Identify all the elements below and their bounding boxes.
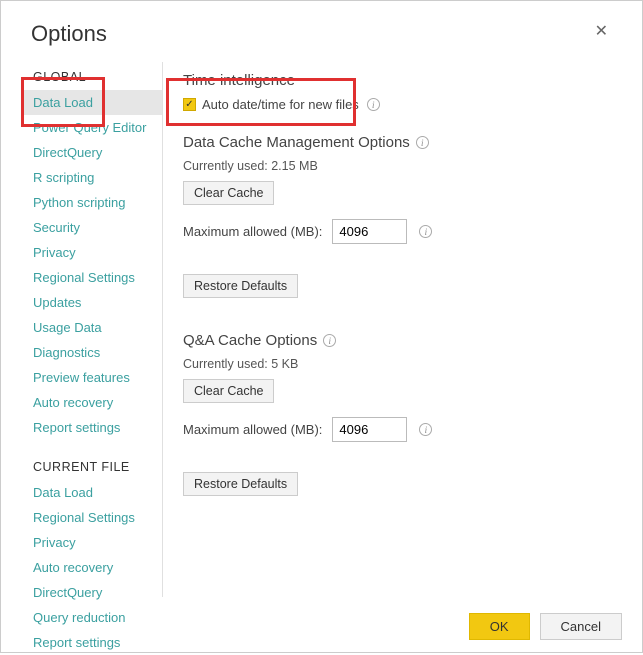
clear-cache-button[interactable]: Clear Cache [183, 181, 274, 205]
qa-restore-defaults-button[interactable]: Restore Defaults [183, 472, 298, 496]
sidebar-item-preview-features[interactable]: Preview features [23, 365, 162, 390]
sidebar-item-auto-recovery[interactable]: Auto recovery [23, 390, 162, 415]
sidebar-item-regional-settings[interactable]: Regional Settings [23, 265, 162, 290]
sidebar: GLOBAL Data Load Power Query Editor Dire… [23, 62, 163, 597]
data-cache-max-input[interactable] [332, 219, 407, 244]
dialog-title: Options [31, 21, 107, 47]
ok-button[interactable]: OK [469, 613, 530, 640]
qa-cache-max-input[interactable] [332, 417, 407, 442]
sidebar-item-updates[interactable]: Updates [23, 290, 162, 315]
sidebar-item-python-scripting[interactable]: Python scripting [23, 190, 162, 215]
info-icon[interactable]: i [419, 423, 432, 436]
qa-cache-max-label: Maximum allowed (MB): [183, 422, 322, 437]
info-icon[interactable]: i [416, 136, 429, 149]
time-intelligence-title: Time intelligence [183, 72, 622, 89]
sidebar-current-file-header: CURRENT FILE [23, 452, 162, 480]
qa-cache-used: Currently used: 5 KB [183, 357, 622, 371]
sidebar-item-cf-query-reduction[interactable]: Query reduction [23, 605, 162, 630]
sidebar-item-cf-regional-settings[interactable]: Regional Settings [23, 505, 162, 530]
auto-datetime-label: Auto date/time for new files [202, 97, 359, 112]
data-cache-used: Currently used: 2.15 MB [183, 159, 622, 173]
close-icon[interactable]: ✕ [591, 21, 612, 41]
sidebar-item-cf-directquery[interactable]: DirectQuery [23, 580, 162, 605]
sidebar-item-report-settings[interactable]: Report settings [23, 415, 162, 440]
sidebar-item-r-scripting[interactable]: R scripting [23, 165, 162, 190]
info-icon[interactable]: i [419, 225, 432, 238]
sidebar-item-power-query-editor[interactable]: Power Query Editor [23, 115, 162, 140]
sidebar-item-cf-privacy[interactable]: Privacy [23, 530, 162, 555]
sidebar-item-usage-data[interactable]: Usage Data [23, 315, 162, 340]
data-cache-max-label: Maximum allowed (MB): [183, 224, 322, 239]
sidebar-item-data-load[interactable]: Data Load [23, 90, 162, 115]
sidebar-item-cf-auto-recovery[interactable]: Auto recovery [23, 555, 162, 580]
auto-datetime-checkbox[interactable]: ✓ [183, 98, 196, 111]
sidebar-item-privacy[interactable]: Privacy [23, 240, 162, 265]
sidebar-item-cf-data-load[interactable]: Data Load [23, 480, 162, 505]
sidebar-item-directquery[interactable]: DirectQuery [23, 140, 162, 165]
sidebar-item-diagnostics[interactable]: Diagnostics [23, 340, 162, 365]
cancel-button[interactable]: Cancel [540, 613, 622, 640]
qa-cache-title: Q&A Cache Options [183, 332, 317, 349]
sidebar-item-cf-report-settings[interactable]: Report settings [23, 630, 162, 655]
sidebar-global-header: GLOBAL [23, 62, 162, 90]
qa-clear-cache-button[interactable]: Clear Cache [183, 379, 274, 403]
data-cache-title: Data Cache Management Options [183, 134, 410, 151]
info-icon[interactable]: i [367, 98, 380, 111]
content-pane: Time intelligence ✓ Auto date/time for n… [163, 62, 642, 597]
restore-defaults-button[interactable]: Restore Defaults [183, 274, 298, 298]
sidebar-item-security[interactable]: Security [23, 215, 162, 240]
info-icon[interactable]: i [323, 334, 336, 347]
